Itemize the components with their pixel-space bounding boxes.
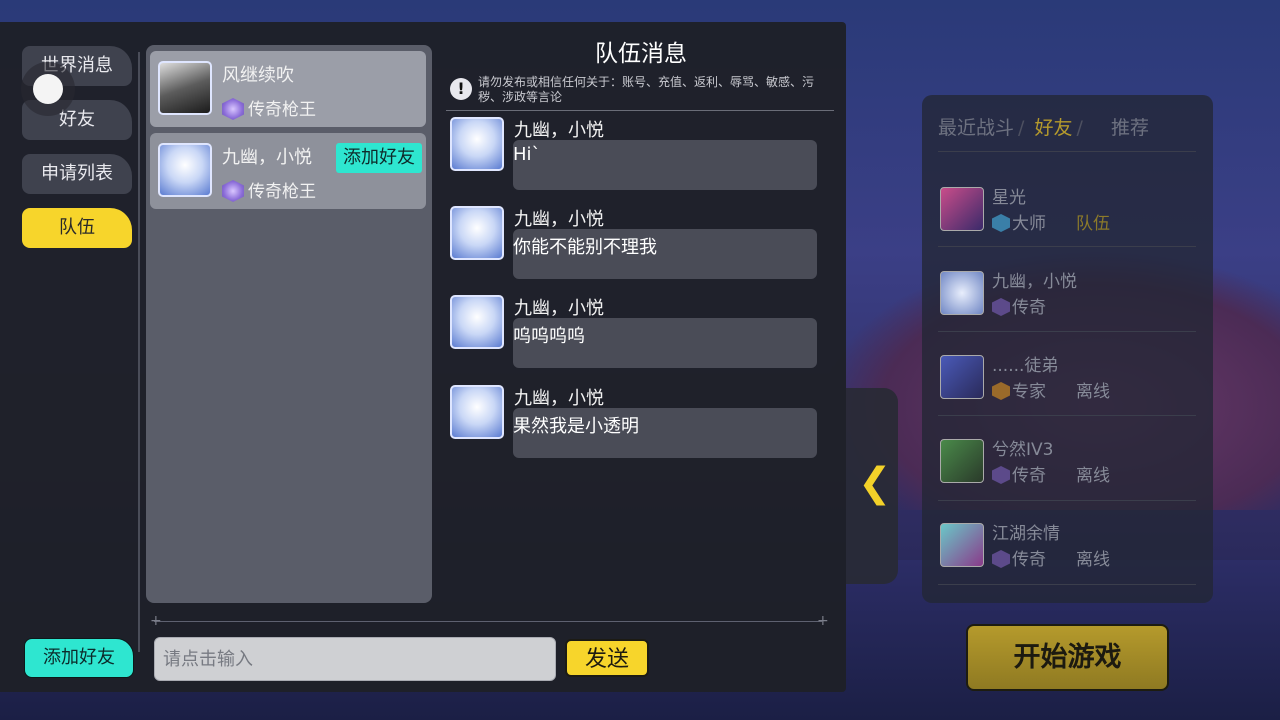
avatar (940, 439, 984, 483)
avatar (158, 143, 212, 197)
rank-gem-icon (992, 466, 1010, 484)
friend-rank: 专家 (992, 377, 1046, 402)
member-name: 风继续吹 (222, 65, 294, 86)
team-member-row[interactable]: 风继续吹 传奇枪王 (150, 51, 426, 127)
message-sender: 九幽，小悦 (514, 298, 604, 319)
friends-side-panel: 最近战斗 / 好友 / 推荐 星光 大师 队伍 九幽，小悦 传奇 ......徒弟 … (922, 95, 1213, 603)
tab-team[interactable]: 队伍 (22, 208, 132, 248)
friend-rank: 传奇 (992, 461, 1046, 486)
safety-notice: ! 请勿发布或相信任何关于：账号、充值、返利、辱骂、敏感、污秽、涉政等言论 (448, 74, 832, 108)
friend-status: 离线 (1076, 466, 1110, 486)
notice-text: 请勿发布或相信任何关于：账号、充值、返利、辱骂、敏感、污秽、涉政等言论 (478, 75, 815, 104)
divider (938, 151, 1196, 152)
friend-status: 队伍 (1076, 214, 1110, 234)
chat-message: 九幽，小悦 你能不能别不理我 (448, 206, 820, 282)
friend-name: 九幽，小悦 (992, 272, 1077, 292)
message-text: 你能不能别不理我 (513, 237, 657, 258)
tab-recommend[interactable]: 推荐 (1111, 117, 1149, 139)
message-sender: 九幽，小悦 (514, 120, 604, 141)
plus-ornament-icon: + (817, 613, 829, 629)
floating-assist-button[interactable] (21, 62, 75, 116)
avatar[interactable] (450, 117, 504, 171)
rank-gem-icon (222, 180, 244, 202)
friend-name: 江湖余情 (992, 524, 1060, 544)
divider (938, 500, 1196, 501)
warning-icon: ! (450, 78, 472, 100)
avatar (158, 61, 212, 115)
message-bubble: 呜呜呜呜 (513, 318, 817, 368)
tab-recent-battles[interactable]: 最近战斗 (938, 117, 1014, 139)
rank-gem-icon (992, 214, 1010, 232)
message-text: 呜呜呜呜 (513, 326, 585, 347)
rank-gem-icon (992, 298, 1010, 316)
avatar (940, 523, 984, 567)
collapse-panel-tab[interactable]: ❮ (846, 388, 898, 584)
friend-name: ......徒弟 (992, 356, 1059, 376)
plus-ornament-icon: + (150, 613, 162, 629)
avatar[interactable] (450, 385, 504, 439)
avatar (940, 355, 984, 399)
member-rank: 传奇枪王 (222, 177, 316, 202)
friend-row[interactable]: 九幽，小悦 传奇 (940, 265, 1200, 325)
friend-row[interactable]: 江湖余情 传奇 离线 (940, 517, 1200, 577)
avatar (940, 187, 984, 231)
chat-input-box[interactable] (154, 637, 556, 681)
friend-status: 离线 (1076, 550, 1110, 570)
chat-input[interactable] (155, 638, 555, 680)
message-bubble: 你能不能别不理我 (513, 229, 817, 279)
chevron-left-icon: ❮ (858, 460, 892, 506)
member-rank: 传奇枪王 (222, 95, 316, 120)
message-bubble: 果然我是小透明 (513, 408, 817, 458)
friend-rank: 大师 (992, 209, 1046, 234)
friend-name: 星光 (992, 188, 1026, 208)
tab-request-list[interactable]: 申请列表 (22, 154, 132, 194)
team-member-list: 风继续吹 传奇枪王 九幽，小悦 传奇枪王 添加好友 (146, 45, 432, 603)
avatar[interactable] (450, 295, 504, 349)
chat-title: 队伍消息 (595, 41, 687, 67)
chat-message: 九幽，小悦 呜呜呜呜 (448, 295, 820, 371)
chat-message: 九幽，小悦 Hi` (448, 117, 820, 193)
message-bubble: Hi` (513, 140, 817, 190)
member-name: 九幽，小悦 (222, 147, 312, 168)
friend-rank: 传奇 (992, 293, 1046, 318)
divider (138, 52, 140, 652)
friend-row[interactable]: 兮然IV3 传奇 离线 (940, 433, 1200, 493)
team-member-row[interactable]: 九幽，小悦 传奇枪王 添加好友 (150, 133, 426, 209)
chat-message: 九幽，小悦 果然我是小透明 (448, 385, 820, 461)
friend-name: 兮然IV3 (992, 440, 1054, 460)
friend-row[interactable]: ......徒弟 专家 离线 (940, 349, 1200, 409)
friend-status: 离线 (1076, 382, 1110, 402)
divider (154, 621, 822, 622)
message-text: Hi` (513, 144, 541, 165)
divider (938, 246, 1196, 247)
rank-gem-icon (992, 382, 1010, 400)
message-sender: 九幽，小悦 (514, 388, 604, 409)
friends-panel-tabs: 最近战斗 / 好友 / 推荐 (938, 117, 1149, 139)
add-member-friend-button[interactable]: 添加好友 (336, 143, 422, 173)
send-button[interactable]: 发送 (565, 639, 649, 677)
message-sender: 九幽，小悦 (514, 209, 604, 230)
rank-gem-icon (222, 98, 244, 120)
start-game-button[interactable]: 开始游戏 (966, 624, 1169, 691)
divider (938, 331, 1196, 332)
divider (938, 415, 1196, 416)
friend-rank: 传奇 (992, 545, 1046, 570)
avatar (940, 271, 984, 315)
divider (938, 584, 1196, 585)
message-text: 果然我是小透明 (513, 416, 639, 437)
tab-friends[interactable]: 好友 (1034, 117, 1072, 139)
avatar[interactable] (450, 206, 504, 260)
add-friend-button[interactable]: 添加好友 (24, 638, 134, 678)
rank-gem-icon (992, 550, 1010, 568)
divider (446, 110, 834, 111)
friend-row[interactable]: 星光 大师 队伍 (940, 181, 1200, 241)
